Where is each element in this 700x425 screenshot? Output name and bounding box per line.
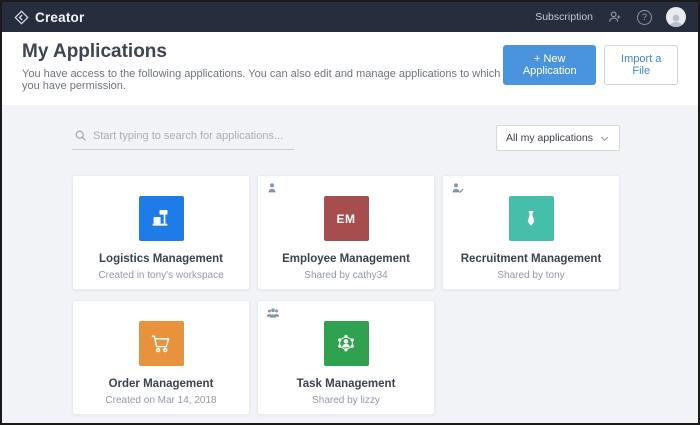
initials-tile: EM <box>324 196 369 241</box>
avatar[interactable] <box>666 7 686 27</box>
app-card[interactable]: Task Management Shared by lizzy <box>257 300 435 415</box>
help-icon[interactable]: ? <box>637 10 652 25</box>
app-meta: Shared by lizzy <box>312 395 380 406</box>
app-name: Logistics Management <box>99 253 223 265</box>
app-card[interactable]: Recruitment Management Shared by tony <box>442 175 620 290</box>
brand[interactable]: Creator <box>14 10 84 25</box>
team-icon <box>324 321 369 366</box>
app-card[interactable]: EM Employee Management Shared by cathy34 <box>257 175 435 290</box>
page-subtitle: You have access to the following applica… <box>22 68 503 92</box>
applications-grid: Logistics Management Created in tony's w… <box>72 175 620 415</box>
applications-filter-dropdown[interactable]: All my applications <box>496 125 620 151</box>
app-name: Recruitment Management <box>461 253 602 265</box>
topbar-right: Subscription ? <box>535 7 686 27</box>
creator-logo-icon <box>14 10 29 25</box>
brand-name: Creator <box>35 10 84 25</box>
shared-user-edit-icon <box>451 182 464 194</box>
app-name: Order Management <box>109 378 214 390</box>
app-meta: Shared by tony <box>497 270 564 281</box>
import-file-button[interactable]: Import a File <box>604 45 678 85</box>
page-header-text: My Applications You have access to the f… <box>22 41 503 92</box>
page-header: My Applications You have access to the f… <box>2 32 698 105</box>
chevron-down-icon <box>599 133 610 144</box>
page-title: My Applications <box>22 41 503 63</box>
shared-group-icon <box>266 307 280 319</box>
tie-icon <box>509 196 554 241</box>
filter-value: All my applications <box>506 132 593 144</box>
subscription-link[interactable]: Subscription <box>535 11 593 23</box>
app-window: Creator Subscription ? My Applicatio <box>0 0 700 425</box>
app-card[interactable]: Logistics Management Created in tony's w… <box>72 175 250 290</box>
toolbar: All my applications <box>72 125 620 151</box>
users-icon[interactable] <box>607 9 623 25</box>
cart-icon <box>139 321 184 366</box>
scale-icon <box>139 196 184 241</box>
shared-user-icon <box>266 182 278 194</box>
app-name: Task Management <box>297 378 396 390</box>
app-card[interactable]: Order Management Created on Mar 14, 2018 <box>72 300 250 415</box>
app-meta: Shared by cathy34 <box>304 270 387 281</box>
search-icon <box>74 129 87 142</box>
search-box[interactable] <box>72 125 294 150</box>
app-name: Employee Management <box>282 253 410 265</box>
app-meta: Created on Mar 14, 2018 <box>105 395 216 406</box>
content-area: All my applications Logistics Management… <box>2 105 698 423</box>
header-actions: + New Application Import a File <box>503 45 678 85</box>
app-meta: Created in tony's workspace <box>98 270 223 281</box>
search-input[interactable] <box>93 130 292 142</box>
new-application-button[interactable]: + New Application <box>503 45 596 85</box>
topbar: Creator Subscription ? <box>2 2 698 32</box>
